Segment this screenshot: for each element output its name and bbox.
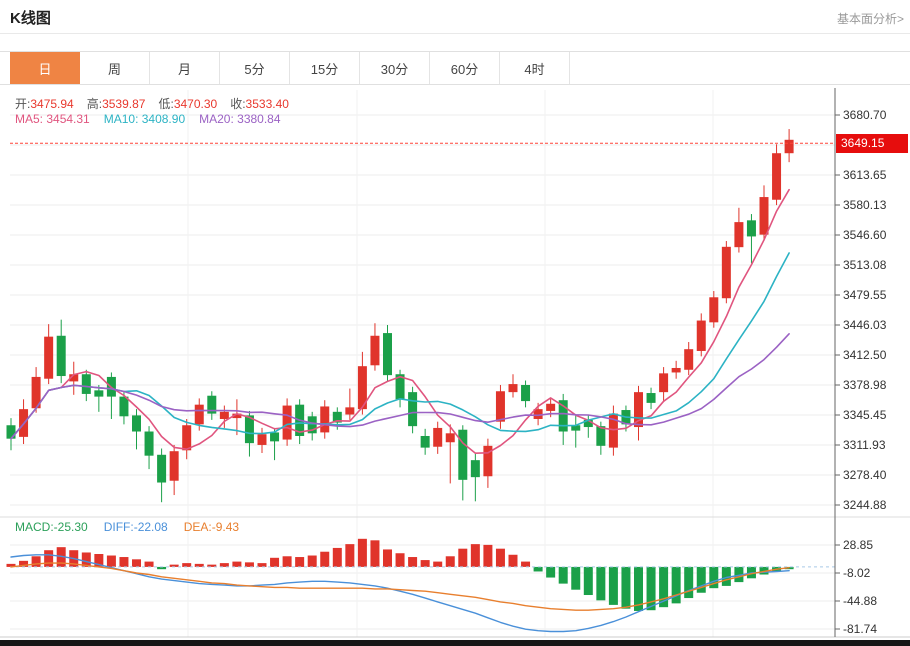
macd-axis-labels: 28.85 -8.02 -44.88 -81.74 [835, 538, 877, 636]
period-tab-bar: 日周月5分15分30分60分4时 [0, 51, 910, 85]
close-value: 3533.40 [246, 97, 289, 111]
svg-text:3311.93: 3311.93 [843, 438, 886, 452]
tab-30min[interactable]: 30分 [360, 52, 430, 84]
candles-group [7, 129, 794, 502]
tab-60min[interactable]: 60分 [430, 52, 500, 84]
svg-text:-44.88: -44.88 [843, 594, 877, 608]
dea-value: DEA:-9.43 [184, 520, 239, 534]
tab-week[interactable]: 周 [80, 52, 150, 84]
svg-text:3479.55: 3479.55 [843, 288, 887, 302]
page-title: K线图 [10, 7, 51, 28]
svg-text:3244.88: 3244.88 [843, 498, 887, 512]
fundamental-analysis-link[interactable]: 基本面分析> [837, 10, 904, 27]
macd-readout: MACD:-25.30 DIFF:-22.08 DEA:-9.43 [15, 520, 255, 534]
ohlc-readout: 开:3475.94 高:3539.87 低:3470.30 收:3533.40 [15, 95, 302, 112]
tab-4hour[interactable]: 4时 [500, 52, 570, 84]
ma20-value: MA20: 3380.84 [199, 112, 280, 126]
close-label: 收: [230, 97, 245, 111]
svg-text:3278.40: 3278.40 [843, 468, 887, 482]
low-label: 低: [158, 97, 173, 111]
svg-text:3613.65: 3613.65 [843, 168, 887, 182]
svg-text:3412.50: 3412.50 [843, 348, 887, 362]
current-price-badge: 3649.15 [836, 134, 908, 153]
svg-text:3345.45: 3345.45 [843, 408, 887, 422]
tab-15min[interactable]: 15分 [290, 52, 360, 84]
diff-value: DIFF:-22.08 [104, 520, 168, 534]
svg-text:28.85: 28.85 [843, 538, 873, 552]
high-label: 高: [87, 97, 102, 111]
svg-text:3513.08: 3513.08 [843, 258, 887, 272]
macd-value: MACD:-25.30 [15, 520, 88, 534]
tab-day[interactable]: 日 [10, 52, 80, 84]
open-label: 开: [15, 97, 30, 111]
high-value: 3539.87 [102, 97, 145, 111]
tab-5min[interactable]: 5分 [220, 52, 290, 84]
svg-text:3446.03: 3446.03 [843, 318, 887, 332]
y-axis-labels: 3680.70 3613.65 3580.13 3546.60 3513.08 3479.… [835, 108, 887, 512]
svg-text:3378.98: 3378.98 [843, 378, 887, 392]
low-value: 3470.30 [174, 97, 217, 111]
open-value: 3475.94 [30, 97, 73, 111]
ma-readout: MA5: 3454.31 MA10: 3408.90 MA20: 3380.84 [15, 112, 295, 126]
svg-text:-81.74: -81.74 [843, 622, 877, 636]
macd-histogram [7, 539, 836, 611]
ma5-value: MA5: 3454.31 [15, 112, 90, 126]
ma10-value: MA10: 3408.90 [104, 112, 185, 126]
svg-text:3546.60: 3546.60 [843, 228, 887, 242]
svg-text:3680.70: 3680.70 [843, 108, 887, 122]
tab-month[interactable]: 月 [150, 52, 220, 84]
svg-text:3580.13: 3580.13 [843, 198, 887, 212]
svg-text:-8.02: -8.02 [843, 566, 871, 580]
